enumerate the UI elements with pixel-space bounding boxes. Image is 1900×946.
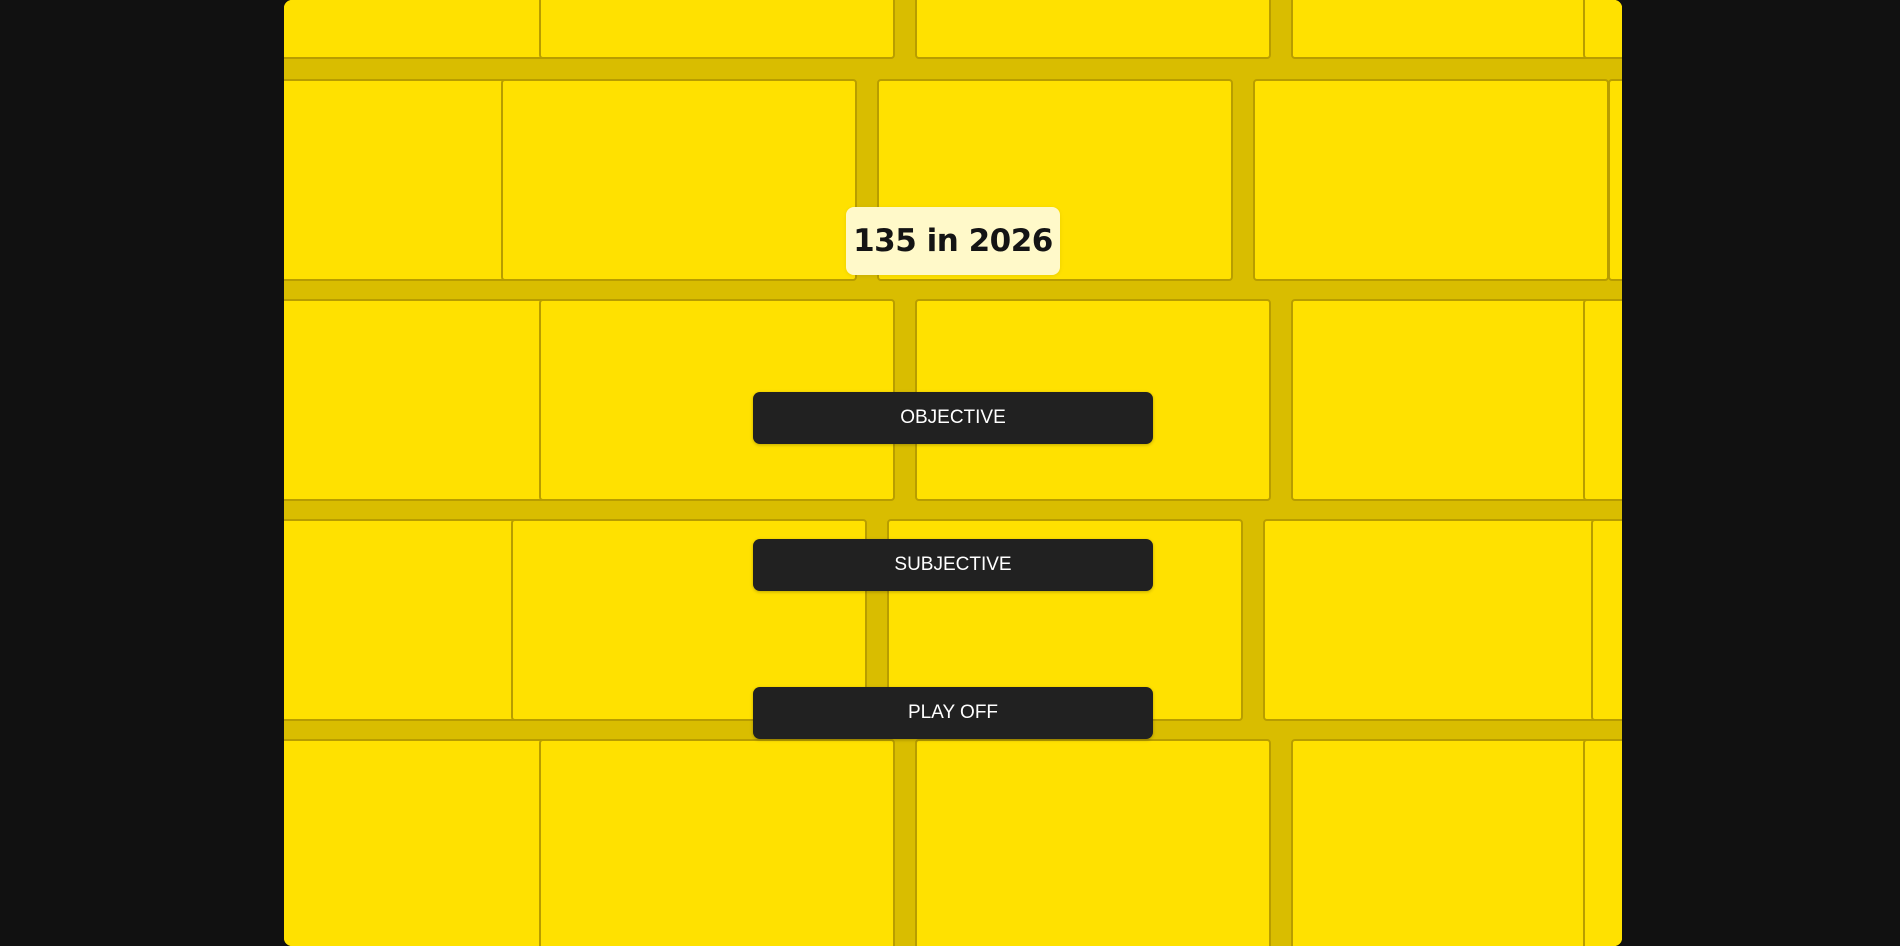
brick <box>284 519 529 721</box>
title-banner: 135 in 2026 <box>846 207 1060 275</box>
brick <box>1608 79 1622 281</box>
brick <box>1291 0 1622 59</box>
brick <box>1291 299 1622 501</box>
brick <box>915 0 1271 59</box>
play-off-button[interactable]: PLAY OFF <box>753 687 1153 739</box>
subjective-button[interactable]: SUBJECTIVE <box>753 539 1153 591</box>
objective-button[interactable]: OBJECTIVE <box>753 392 1153 444</box>
brick-wall-background <box>284 0 1622 946</box>
brick <box>1583 299 1622 501</box>
brick <box>1583 0 1622 59</box>
brick <box>1591 519 1622 721</box>
brick <box>284 0 549 59</box>
brick <box>1291 739 1622 946</box>
game-frame: 135 in 2026 OBJECTIVE SUBJECTIVE PLAY OF… <box>284 0 1622 946</box>
brick <box>284 79 519 281</box>
brick <box>1253 79 1609 281</box>
game-title: 135 in 2026 <box>853 223 1053 259</box>
brick <box>284 739 549 946</box>
brick <box>1583 739 1622 946</box>
brick <box>539 0 895 59</box>
brick <box>915 739 1271 946</box>
brick <box>539 739 895 946</box>
brick <box>1263 519 1619 721</box>
brick <box>284 299 549 501</box>
brick <box>501 79 857 281</box>
